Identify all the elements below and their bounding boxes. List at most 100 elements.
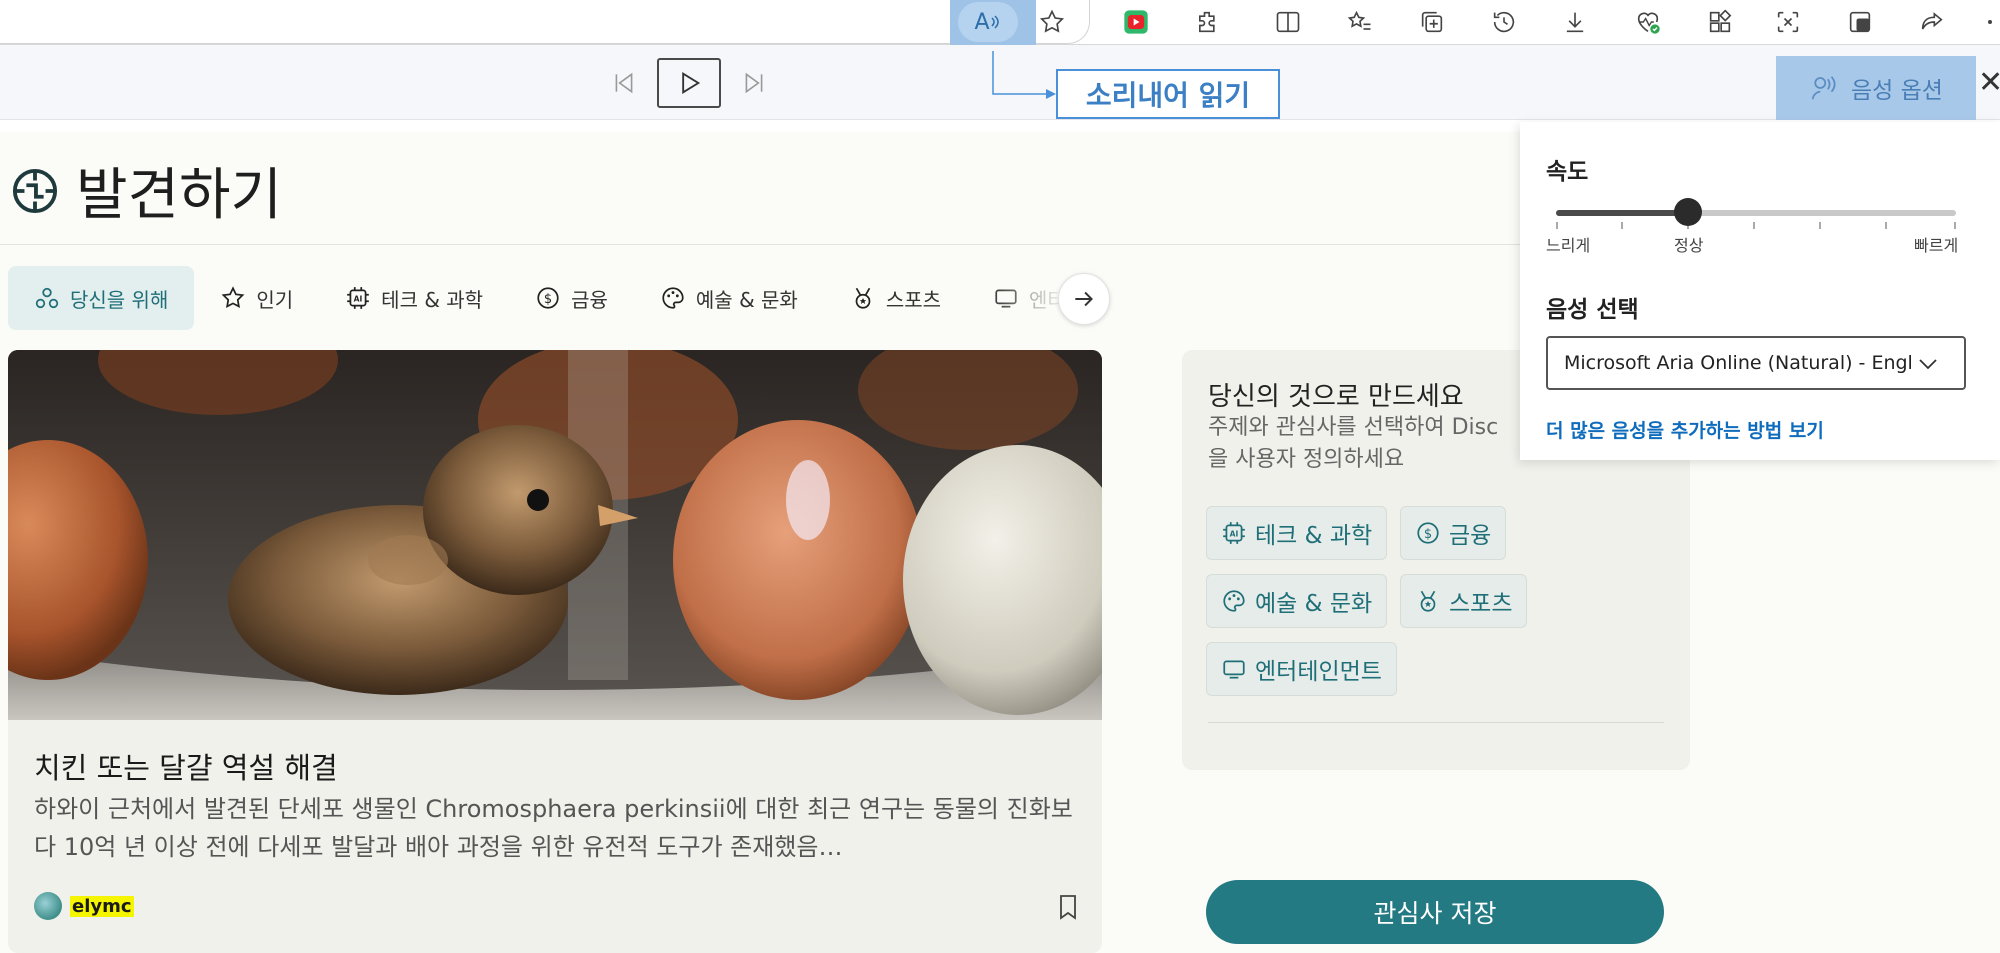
tab-label: 금융 (571, 287, 608, 312)
tv-icon (1223, 660, 1245, 679)
workspaces-icon[interactable] (1840, 2, 1880, 42)
for-you-icon (35, 287, 59, 309)
article-title[interactable]: 치킨 또는 달걀 역설 해결 (34, 745, 338, 787)
chip-label: 예술 & 문화 (1255, 591, 1373, 617)
tab-label: 예술 & 문화 (695, 287, 798, 312)
address-bar-end[interactable] (0, 0, 1090, 44)
speed-tick (1753, 222, 1755, 229)
speed-tick (1819, 222, 1821, 229)
dollar-icon: $ (537, 287, 559, 309)
speed-tick (1885, 222, 1887, 229)
tab-popular[interactable]: 인기 (194, 266, 319, 330)
article-card[interactable]: 치킨 또는 달걀 역설 해결 하와이 근처에서 발견된 단세포 생물인 Chro… (8, 350, 1102, 953)
svg-text:AI: AI (1230, 529, 1239, 538)
ai-chip-icon: AI (347, 287, 370, 309)
author-name: elymc (70, 895, 134, 917)
speed-slow-label: 느리게 (1546, 236, 1591, 255)
chip-label: 엔터테인먼트 (1255, 659, 1382, 685)
speed-tick (1556, 222, 1558, 229)
share-icon[interactable] (1912, 2, 1952, 42)
chip-label: 스포츠 (1449, 591, 1513, 617)
previous-paragraph-button[interactable] (608, 67, 640, 99)
bookmark-icon[interactable] (1056, 893, 1080, 925)
chick-and-eggs-photo (8, 350, 1102, 720)
split-screen-icon[interactable] (1268, 2, 1308, 42)
speed-slider-fill (1556, 210, 1688, 216)
collections-icon[interactable] (1412, 2, 1452, 42)
category-tabs: 당신을 위해 인기 AI 테크 & 과학 $ 금융 예술 & 문화 스포츠 엔터 (8, 266, 1092, 330)
tab-arts-culture[interactable]: 예술 & 문화 (634, 266, 824, 330)
favorites-icon[interactable] (1340, 2, 1380, 42)
voice-options-label: 음성 옵션 (1851, 78, 1943, 104)
voice-icon (1811, 76, 1836, 100)
scroll-tabs-right-button[interactable] (1058, 273, 1110, 325)
star-icon (221, 286, 245, 309)
apps-icon[interactable] (1700, 2, 1740, 42)
tab-finance[interactable]: $ 금융 (509, 266, 634, 330)
tab-label: 테크 & 과학 (381, 287, 484, 312)
divider (1208, 722, 1664, 723)
extensions-icon[interactable] (1188, 2, 1228, 42)
chip-finance[interactable]: $ 금융 (1400, 506, 1507, 560)
play-button[interactable] (657, 58, 721, 108)
chevron-down-icon (1919, 359, 1937, 370)
dollar-icon: $ (1417, 522, 1439, 544)
tab-label: 스포츠 (885, 287, 942, 312)
tab-label: 인기 (256, 287, 294, 312)
chip-arts-culture[interactable]: 예술 & 문화 (1206, 574, 1388, 628)
skip-forward-icon (745, 72, 763, 94)
speed-tick (1954, 222, 1956, 229)
svg-text:$: $ (1424, 527, 1432, 542)
sound-waves-icon (990, 15, 999, 29)
tab-label: 당신을 위해 (70, 287, 169, 312)
tab-sports[interactable]: 스포츠 (824, 266, 967, 330)
medal-icon (855, 287, 871, 309)
next-paragraph-button[interactable] (738, 67, 770, 99)
speed-slider-thumb[interactable] (1674, 198, 1702, 226)
arrow-right-icon (1075, 291, 1093, 307)
speed-fast-label: 빠르게 (1914, 236, 1959, 255)
screenshot-icon[interactable] (1768, 2, 1808, 42)
play-icon (682, 71, 701, 95)
voice-options-button[interactable]: 음성 옵션 (1776, 56, 1976, 120)
favorite-star-icon[interactable] (1032, 2, 1072, 42)
add-voices-link[interactable]: 더 많은 음성을 추가하는 방법 보기 (1546, 416, 1824, 443)
browser-essentials-icon[interactable] (1628, 2, 1668, 42)
palette-icon (662, 287, 684, 309)
speed-tick (1621, 222, 1623, 229)
article-author[interactable]: elymc (34, 892, 134, 920)
speed-slider-track[interactable] (1556, 210, 1956, 216)
chip-tech-science[interactable]: AI 테크 & 과학 (1206, 506, 1388, 560)
tab-tech-science[interactable]: AI 테크 & 과학 (319, 266, 509, 330)
article-image (8, 350, 1102, 720)
chip-label: 테크 & 과학 (1255, 523, 1373, 549)
divider (0, 244, 1522, 245)
voice-select-label: 음성 선택 (1546, 297, 1639, 323)
read-aloud-button[interactable]: A (958, 2, 1018, 42)
page-title: 발견하기 (76, 163, 283, 228)
chip-sports[interactable]: 스포츠 (1400, 574, 1528, 628)
ai-chip-icon: AI (1223, 522, 1245, 544)
browser-toolbar: A (0, 0, 2000, 52)
svg-text:$: $ (544, 292, 552, 307)
chip-label: 금융 (1449, 523, 1492, 549)
youtube-extension-icon[interactable] (1116, 2, 1156, 42)
callout-text: 소리내어 읽기 (1085, 79, 1251, 112)
voice-select-dropdown[interactable]: Microsoft Aria Online (Natural) - Engl (1546, 336, 1966, 390)
personalize-title: 당신의 것으로 만드세요 (1208, 382, 1464, 412)
history-icon[interactable] (1484, 2, 1524, 42)
save-interests-button[interactable]: 관심사 저장 (1206, 880, 1664, 944)
skip-back-icon (615, 72, 633, 94)
avatar (34, 892, 62, 920)
discover-icon (12, 168, 58, 213)
read-aloud-callout: 소리내어 읽기 (1056, 69, 1280, 119)
callout-connector (992, 51, 1056, 99)
medal-icon (1420, 590, 1436, 612)
downloads-icon[interactable] (1555, 2, 1595, 42)
chip-entertainment[interactable]: 엔터테인먼트 (1206, 642, 1397, 696)
tab-for-you[interactable]: 당신을 위해 (8, 266, 195, 330)
voice-options-popup: 속도 느리게 정상 빠르게 음성 선택 Microsoft Aria Onlin… (1520, 122, 2000, 460)
more-icon[interactable] (1980, 2, 2000, 42)
close-read-aloud-icon[interactable]: ✕ (1978, 65, 2000, 100)
svg-text:AI: AI (354, 294, 363, 303)
